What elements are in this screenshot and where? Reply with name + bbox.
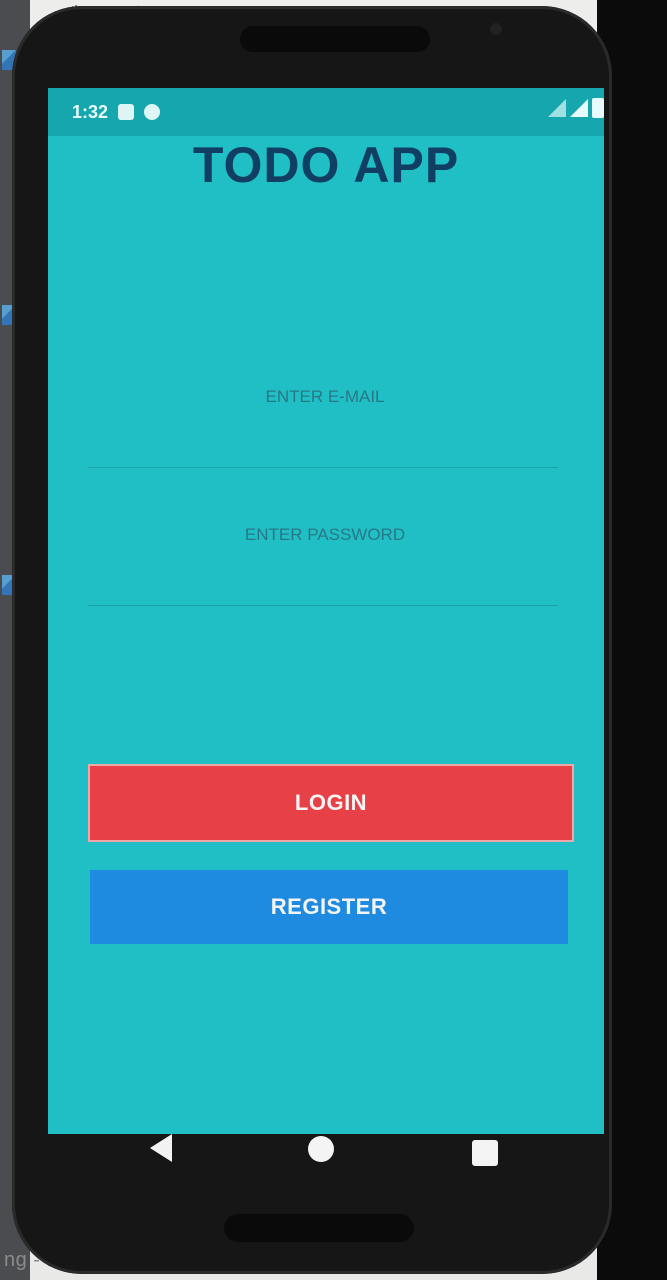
status-time: 1:32 xyxy=(72,101,109,122)
login-button[interactable]: LOGIN xyxy=(90,766,572,840)
phone-device: 1:32 TODO APP LOGIN REGISTER xyxy=(12,6,612,1274)
recent-apps-icon[interactable] xyxy=(472,1140,498,1166)
email-field-container xyxy=(88,366,562,468)
front-camera xyxy=(490,23,502,35)
password-input[interactable] xyxy=(88,504,562,566)
status-bar: 1:32 xyxy=(48,88,604,136)
navigation-bar xyxy=(32,1118,612,1178)
sync-icon xyxy=(144,104,161,120)
password-field-container xyxy=(88,504,562,606)
password-underline xyxy=(88,605,558,606)
signal-icon xyxy=(570,99,588,117)
bottom-speaker xyxy=(224,1214,414,1242)
back-icon[interactable] xyxy=(150,1134,172,1162)
email-underline xyxy=(88,467,558,468)
email-input[interactable] xyxy=(88,366,562,428)
sd-card-icon xyxy=(118,104,135,120)
register-button[interactable]: REGISTER xyxy=(90,870,568,944)
app-title: TODO APP xyxy=(192,137,460,193)
app-screen: 1:32 TODO APP LOGIN REGISTER xyxy=(48,88,604,1134)
wifi-icon xyxy=(548,99,566,117)
battery-icon xyxy=(592,98,604,118)
earpiece-speaker xyxy=(240,26,430,52)
home-icon[interactable] xyxy=(308,1136,334,1162)
